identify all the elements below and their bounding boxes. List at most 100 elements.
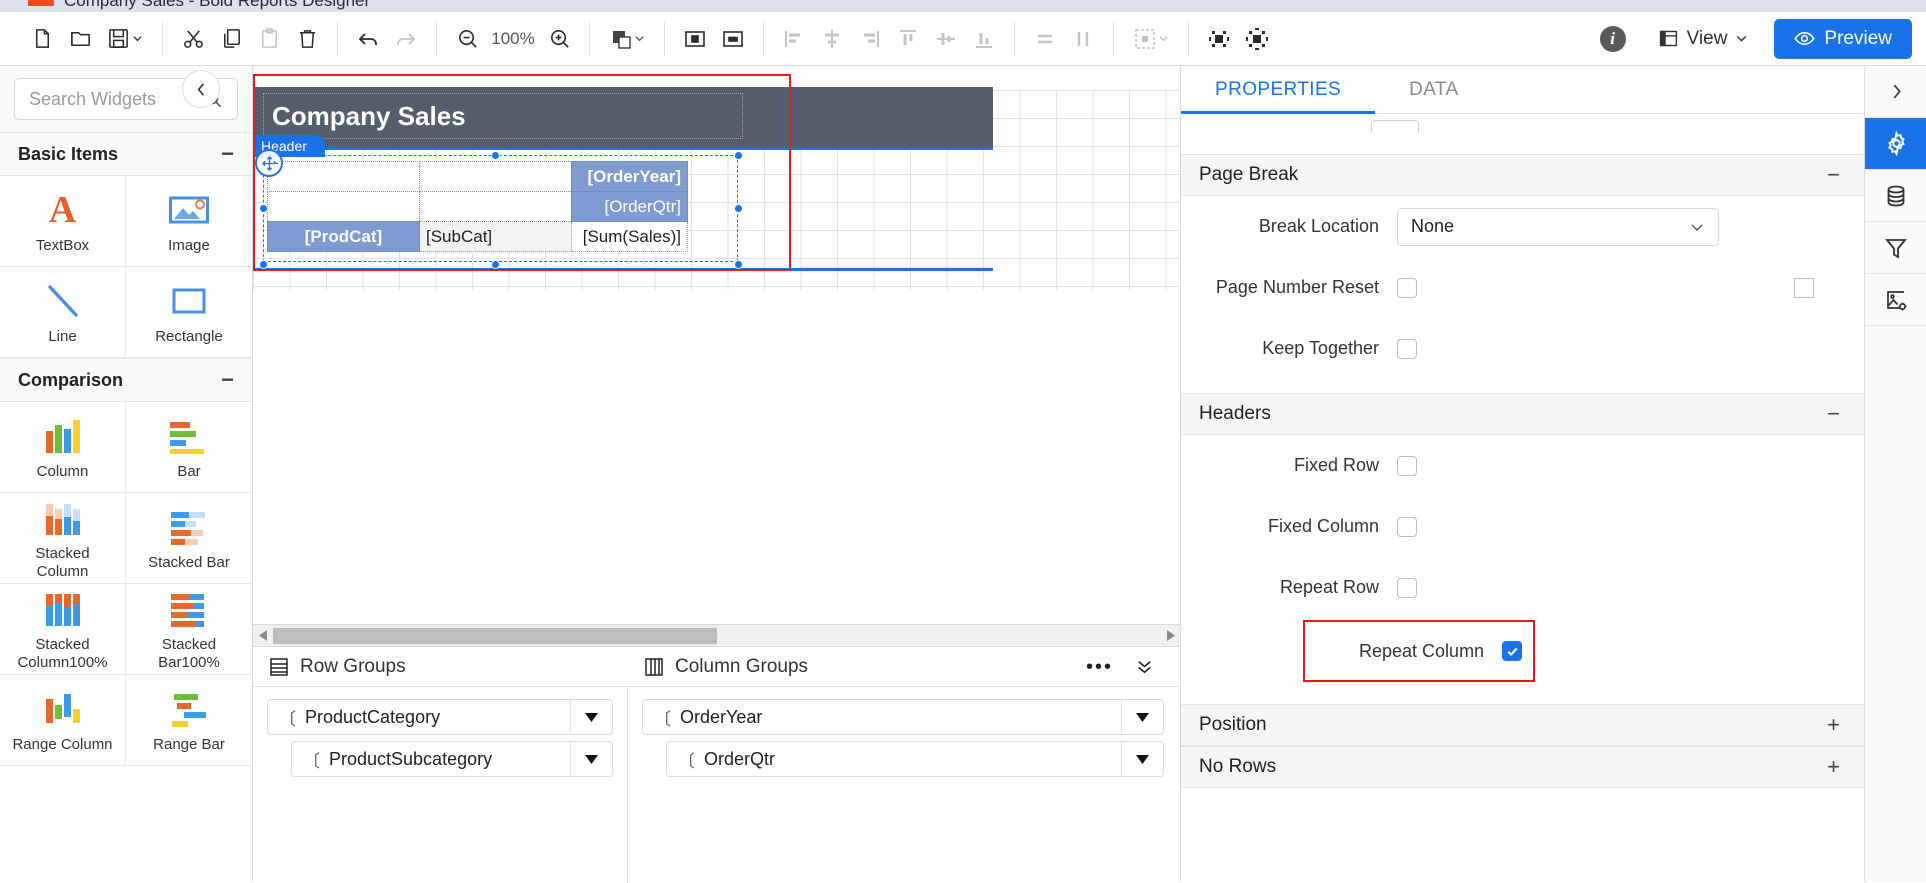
- groups-collapse-button[interactable]: [1135, 657, 1154, 676]
- list-item[interactable]: 〔 OrderQtr: [666, 741, 1164, 777]
- zoom-out-button[interactable]: [448, 20, 486, 58]
- delete-button[interactable]: [288, 20, 326, 58]
- section-header-no-rows[interactable]: No Rows +: [1181, 746, 1864, 788]
- list-item[interactable]: 〔 OrderYear: [642, 699, 1164, 735]
- widget-line[interactable]: Line: [0, 267, 126, 358]
- tablix-order-qtr-cell[interactable]: [OrderQtr]: [572, 192, 688, 222]
- resize-handle-tc[interactable]: [491, 151, 500, 160]
- cut-button[interactable]: [174, 20, 212, 58]
- report-title-textbox[interactable]: Company Sales: [263, 93, 743, 139]
- align-top-button[interactable]: [889, 20, 927, 58]
- widget-stacked-column[interactable]: Stacked Column: [0, 493, 126, 584]
- paste-button[interactable]: [250, 20, 288, 58]
- resize-handle-tr[interactable]: [734, 151, 743, 160]
- tablix-corner-cell-3[interactable]: [268, 192, 420, 222]
- repeat-column-checkbox[interactable]: [1502, 641, 1522, 661]
- widget-bar-chart[interactable]: Bar: [126, 402, 252, 493]
- view-menu-button[interactable]: View: [1648, 22, 1759, 56]
- widget-column-chart[interactable]: Column: [0, 402, 126, 493]
- widget-image[interactable]: Image: [126, 176, 252, 267]
- insert-row-button[interactable]: [714, 20, 752, 58]
- zoom-in-button[interactable]: [540, 20, 578, 58]
- distribute-vertically-button[interactable]: [1064, 20, 1102, 58]
- resize-handle-bc[interactable]: [491, 260, 500, 269]
- rail-data-button[interactable]: [1865, 170, 1926, 222]
- selection-mode-button[interactable]: [1125, 20, 1177, 58]
- widget-rectangle[interactable]: Rectangle: [126, 267, 252, 358]
- widget-stacked-bar100[interactable]: Stacked Bar100%: [126, 584, 252, 675]
- widget-stacked-bar[interactable]: Stacked Bar: [126, 493, 252, 584]
- row-group-dropdown-button[interactable]: [570, 742, 612, 776]
- resize-handle-br[interactable]: [734, 260, 743, 269]
- section-header-position[interactable]: Position +: [1181, 704, 1864, 746]
- rail-expand-button[interactable]: [1865, 66, 1926, 118]
- list-item[interactable]: 〔 ProductCategory: [267, 699, 613, 735]
- section-header-page-break[interactable]: Page Break −: [1181, 154, 1864, 196]
- row-group-dropdown-button[interactable]: [570, 700, 612, 734]
- page-number-reset-checkbox[interactable]: [1397, 278, 1417, 298]
- align-middle-button[interactable]: [927, 20, 965, 58]
- column-group-dropdown-button[interactable]: [1121, 700, 1163, 734]
- tablix-corner-cell-2[interactable]: [420, 162, 572, 192]
- widget-range-column[interactable]: Range Column: [0, 675, 126, 766]
- tablix-corner-cell-4[interactable]: [420, 192, 572, 222]
- redo-button[interactable]: [387, 20, 425, 58]
- widget-stacked-column100[interactable]: Stacked Column100%: [0, 584, 126, 675]
- scroll-left-arrow-icon[interactable]: [253, 625, 273, 647]
- tablix-order-year-cell[interactable]: [OrderYear]: [572, 162, 688, 192]
- align-center-button[interactable]: [813, 20, 851, 58]
- column-group-dropdown-button[interactable]: [1121, 742, 1163, 776]
- section-toggle-no-rows[interactable]: +: [1827, 756, 1840, 778]
- collapse-sidebar-button[interactable]: [182, 70, 220, 108]
- resize-handle-mr[interactable]: [734, 204, 743, 213]
- tablix-table[interactable]: [OrderYear] [OrderQtr] [ProdCat] [SubCat…: [267, 161, 688, 252]
- report-header-band[interactable]: Company Sales: [253, 87, 993, 147]
- fixed-row-checkbox[interactable]: [1397, 456, 1417, 476]
- list-item[interactable]: 〔 ProductSubcategory: [291, 741, 613, 777]
- section-toggle-headers[interactable]: −: [1827, 403, 1840, 425]
- rail-filter-button[interactable]: [1865, 222, 1926, 274]
- fixed-column-checkbox[interactable]: [1397, 517, 1417, 537]
- repeat-row-checkbox[interactable]: [1397, 578, 1417, 598]
- tablix-sum-sales-cell[interactable]: [Sum(Sales)]: [572, 222, 688, 252]
- tablix-corner-cell-1[interactable]: [268, 162, 420, 192]
- tab-data[interactable]: DATA: [1375, 66, 1492, 113]
- section-header-headers[interactable]: Headers −: [1181, 393, 1864, 435]
- keep-together-checkbox[interactable]: [1397, 339, 1417, 359]
- page-number-reset-expression-checkbox[interactable]: [1794, 278, 1814, 298]
- resize-width-button[interactable]: [1200, 20, 1238, 58]
- search-input[interactable]: [29, 89, 189, 110]
- save-button[interactable]: [99, 20, 151, 58]
- section-toggle-page-break[interactable]: −: [1827, 164, 1840, 186]
- groups-more-button[interactable]: •••: [1086, 661, 1113, 673]
- align-right-button[interactable]: [851, 20, 889, 58]
- scroll-right-arrow-icon[interactable]: [1160, 625, 1180, 647]
- align-bottom-button[interactable]: [965, 20, 1003, 58]
- resize-handle-bl[interactable]: [259, 260, 268, 269]
- scrollbar-thumb[interactable]: [273, 628, 717, 644]
- section-header-basic-items[interactable]: Basic Items −: [0, 132, 252, 176]
- section-toggle-basic-items[interactable]: −: [221, 143, 234, 165]
- rail-properties-button[interactable]: [1865, 118, 1926, 170]
- open-folder-button[interactable]: [61, 20, 99, 58]
- break-location-select[interactable]: None: [1397, 208, 1719, 246]
- resize-handle-ml[interactable]: [259, 204, 268, 213]
- insert-column-button[interactable]: [676, 20, 714, 58]
- section-header-comparison[interactable]: Comparison −: [0, 358, 252, 402]
- canvas-horizontal-scrollbar[interactable]: [253, 624, 1180, 646]
- preview-button[interactable]: Preview: [1774, 19, 1912, 59]
- new-file-button[interactable]: [23, 20, 61, 58]
- resize-both-button[interactable]: [1238, 20, 1276, 58]
- copy-button[interactable]: [212, 20, 250, 58]
- tablix-prod-cat-cell[interactable]: [ProdCat]: [268, 222, 420, 252]
- tablix-move-handle[interactable]: [255, 149, 283, 177]
- distribute-horizontally-button[interactable]: [1026, 20, 1064, 58]
- tablix-sub-cat-cell[interactable]: [SubCat]: [420, 222, 572, 252]
- undo-button[interactable]: [349, 20, 387, 58]
- bring-to-front-button[interactable]: [601, 20, 653, 58]
- rail-image-settings-button[interactable]: [1865, 274, 1926, 326]
- report-design-canvas[interactable]: Company Sales Header [OrderYear] [OrderQ…: [253, 66, 1180, 646]
- align-left-button[interactable]: [775, 20, 813, 58]
- section-toggle-position[interactable]: +: [1827, 714, 1840, 736]
- info-button[interactable]: i: [1600, 26, 1626, 52]
